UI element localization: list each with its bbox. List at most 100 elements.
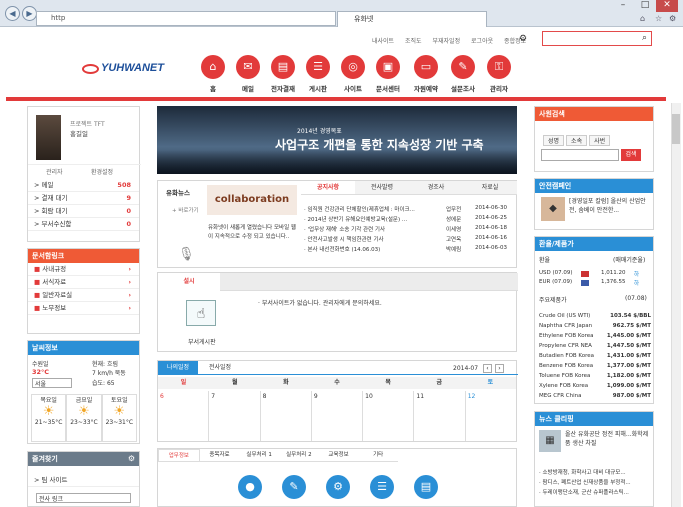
toplink[interactable]: 내사이트 — [372, 38, 394, 45]
next-month-button[interactable]: › — [495, 364, 504, 373]
opt-name[interactable]: 성명 — [543, 135, 565, 146]
star-icon[interactable]: ☆ — [655, 14, 662, 23]
stat-approval[interactable]: > 결재 대기 9 — [28, 192, 139, 205]
forward-button[interactable]: ▶ — [22, 6, 37, 21]
rate-name: EUR (07.09) — [539, 279, 573, 285]
search-input[interactable] — [542, 31, 652, 46]
gear-icon[interactable]: ⚙ — [128, 454, 135, 463]
notice-title: · 본사 내선전화번호 (14.06.03) — [304, 247, 381, 253]
banner[interactable]: 2014년 경영목표 사업구조 개편을 통한 지속성장 기반 구축 — [157, 106, 517, 174]
film-icon[interactable]: ▤ — [414, 475, 438, 499]
stat-mail[interactable]: > 메일 508 — [28, 179, 139, 192]
safety-image[interactable]: ◆ — [541, 197, 565, 221]
settings-icon[interactable]: ⚙ — [519, 34, 527, 44]
gear-icon[interactable]: ⚙ — [669, 14, 676, 23]
news-clip-item[interactable]: · 팜디스, 폐트산업 신재상품을 부정적... — [539, 478, 651, 488]
tab-appointment[interactable]: 전사발령 — [355, 181, 409, 194]
scrollbar-thumb[interactable] — [672, 114, 680, 144]
calendar-day[interactable]: 10 — [363, 391, 415, 441]
list-icon[interactable]: ☰ — [370, 475, 394, 499]
city-select[interactable]: 서울 — [32, 378, 72, 388]
doc-link[interactable]: ■ 일반자료실 › — [28, 289, 139, 302]
site-select[interactable]: 전사 링크 — [36, 493, 131, 503]
news-clip-item[interactable]: · 소방방재청, 화학사고 대비 대규모... — [539, 468, 651, 478]
address-bar[interactable]: http — [36, 11, 336, 26]
stat-circular[interactable]: > 회람 대기 0 — [28, 205, 139, 218]
opt-dept[interactable]: 소속 — [566, 135, 588, 146]
price-row: Ethylene FOB Korea 1,445.00 $/MT — [539, 333, 651, 343]
menu-home[interactable]: ⌂ 홈 — [193, 55, 233, 93]
day-header: 목 — [385, 379, 391, 386]
doc-link[interactable]: ■ 서식자료 › — [28, 276, 139, 289]
minimize-button[interactable]: – — [612, 0, 634, 12]
prev-month-button[interactable]: ‹ — [483, 364, 492, 373]
search-icon[interactable]: ⌕ — [638, 32, 651, 45]
doc-link[interactable]: ■ 사내규정 › — [28, 263, 139, 276]
safety-text[interactable]: [경영일포 칼럼] 올산의 산업안전, 숨베이 안전한... — [569, 197, 651, 215]
hand-pointer-icon[interactable]: ☝ — [186, 300, 216, 326]
notice-date: 2014-06-16 — [475, 235, 507, 241]
calendar-day[interactable]: 7 — [209, 391, 261, 441]
notice-row[interactable]: · 임직원 건강관리 단체할인(제휴업체 : 마이크... 업무전 2014-06-… — [304, 205, 518, 215]
person-icon[interactable]: ● — [238, 475, 262, 499]
back-button[interactable]: ◀ — [5, 6, 20, 21]
price-name: Ethylene FOB Korea — [539, 333, 594, 339]
calendar-day[interactable]: 11 — [414, 391, 466, 441]
menu-survey[interactable]: ✎ 설문조사 — [443, 55, 483, 93]
settings-link[interactable]: 환경설정 — [91, 167, 113, 176]
fav-link[interactable]: > 팀 사이트 — [28, 474, 139, 487]
employee-search-input[interactable] — [541, 149, 619, 161]
calendar-day[interactable]: 6 — [158, 391, 210, 441]
close-button[interactable]: ✕ — [656, 0, 678, 12]
news-clip-headline[interactable]: 올산 유화공단 정전 피해...화학제품 생산 차질 — [565, 430, 651, 448]
toplink[interactable]: 로그아웃 — [471, 38, 493, 45]
notice-row[interactable]: · 본사 내선전화번호 (14.06.03) 박예림 2014-06-03 — [304, 245, 518, 255]
calendar-day[interactable]: 9 — [312, 391, 364, 441]
scrollbar[interactable] — [671, 103, 681, 507]
news-more[interactable]: + 바로가기 — [172, 206, 199, 214]
tab-events[interactable]: 경조사 — [409, 181, 463, 194]
admin-link[interactable]: 관리자 — [46, 167, 63, 176]
calendar-day[interactable]: 8 — [261, 391, 312, 441]
tab-dept[interactable]: 설시 — [158, 273, 220, 291]
logo[interactable]: YUHWANET — [101, 62, 164, 74]
tab-education[interactable]: 교육정보 — [319, 449, 359, 461]
menu-site[interactable]: ◎ 사이트 — [333, 55, 373, 93]
menu-admin[interactable]: ⚿ 관리자 — [479, 55, 519, 93]
notice-row[interactable]: · 안전사고발생 시 책임한관련 기사 고연옥 2014-06-16 — [304, 235, 518, 245]
tab-work-info[interactable]: 업무정보 — [158, 449, 200, 461]
employee-search-button[interactable]: 검색 — [621, 149, 641, 161]
tab-etc[interactable]: 기타 — [358, 449, 398, 461]
tab-company-schedule[interactable]: 전사일정 — [200, 361, 240, 375]
menu-approval[interactable]: ▤ 전자결재 — [263, 55, 303, 93]
calendar-day[interactable]: 12 — [466, 391, 516, 441]
news-clip-image[interactable]: ▦ — [539, 430, 561, 452]
wrench-icon[interactable]: ✎ — [282, 475, 306, 499]
menu-reserve[interactable]: ▭ 자원예약 — [406, 55, 446, 93]
menu-docs[interactable]: ▣ 문서센터 — [368, 55, 408, 93]
notice-writer: 성에문 — [446, 217, 462, 223]
home-icon[interactable]: ⌂ — [640, 14, 645, 23]
tab-files[interactable]: 자료실 — [463, 181, 517, 194]
tab-stock[interactable]: 종목자료 — [200, 449, 240, 461]
news-clip-item[interactable]: · 두레이맹단소재, 군산 슈퍼플라스틱... — [539, 488, 651, 498]
opt-empno[interactable]: 사번 — [589, 135, 611, 146]
notice-date: 2014-06-25 — [475, 215, 507, 221]
maximize-button[interactable]: □ — [634, 0, 656, 12]
menu-mail[interactable]: ✉ 메일 — [228, 55, 268, 93]
notice-row[interactable]: · 2014년 상반기 유해요인예방교육(설문) ... 성에문 2014-06-2… — [304, 215, 518, 225]
toplink[interactable]: 조직도 — [405, 38, 422, 45]
menu-board[interactable]: ☰ 게시판 — [298, 55, 338, 93]
browser-tab[interactable]: 유화넷 — [337, 11, 487, 27]
tab-my-schedule[interactable]: 나의일정 — [158, 361, 198, 375]
toplink[interactable]: 부재자일정 — [433, 38, 461, 45]
tab-notice[interactable]: 공지사항 — [301, 181, 355, 194]
doc-link[interactable]: ■ 노무정보 › — [28, 302, 139, 315]
notice-row[interactable]: · '업무상 재해' 소송 기각 관련 기사 이세영 2014-06-18 — [304, 225, 518, 235]
stat-dept[interactable]: > 부서수신함 0 — [28, 218, 139, 231]
dept-board-label[interactable]: 부서게시판 — [188, 337, 216, 346]
tab-practice-1[interactable]: 실무처리 1 — [239, 449, 279, 461]
tab-practice-2[interactable]: 실무처리 2 — [279, 449, 319, 461]
gears-icon[interactable]: ⚙ — [326, 475, 350, 499]
news-image[interactable]: collaboration — [207, 185, 297, 215]
